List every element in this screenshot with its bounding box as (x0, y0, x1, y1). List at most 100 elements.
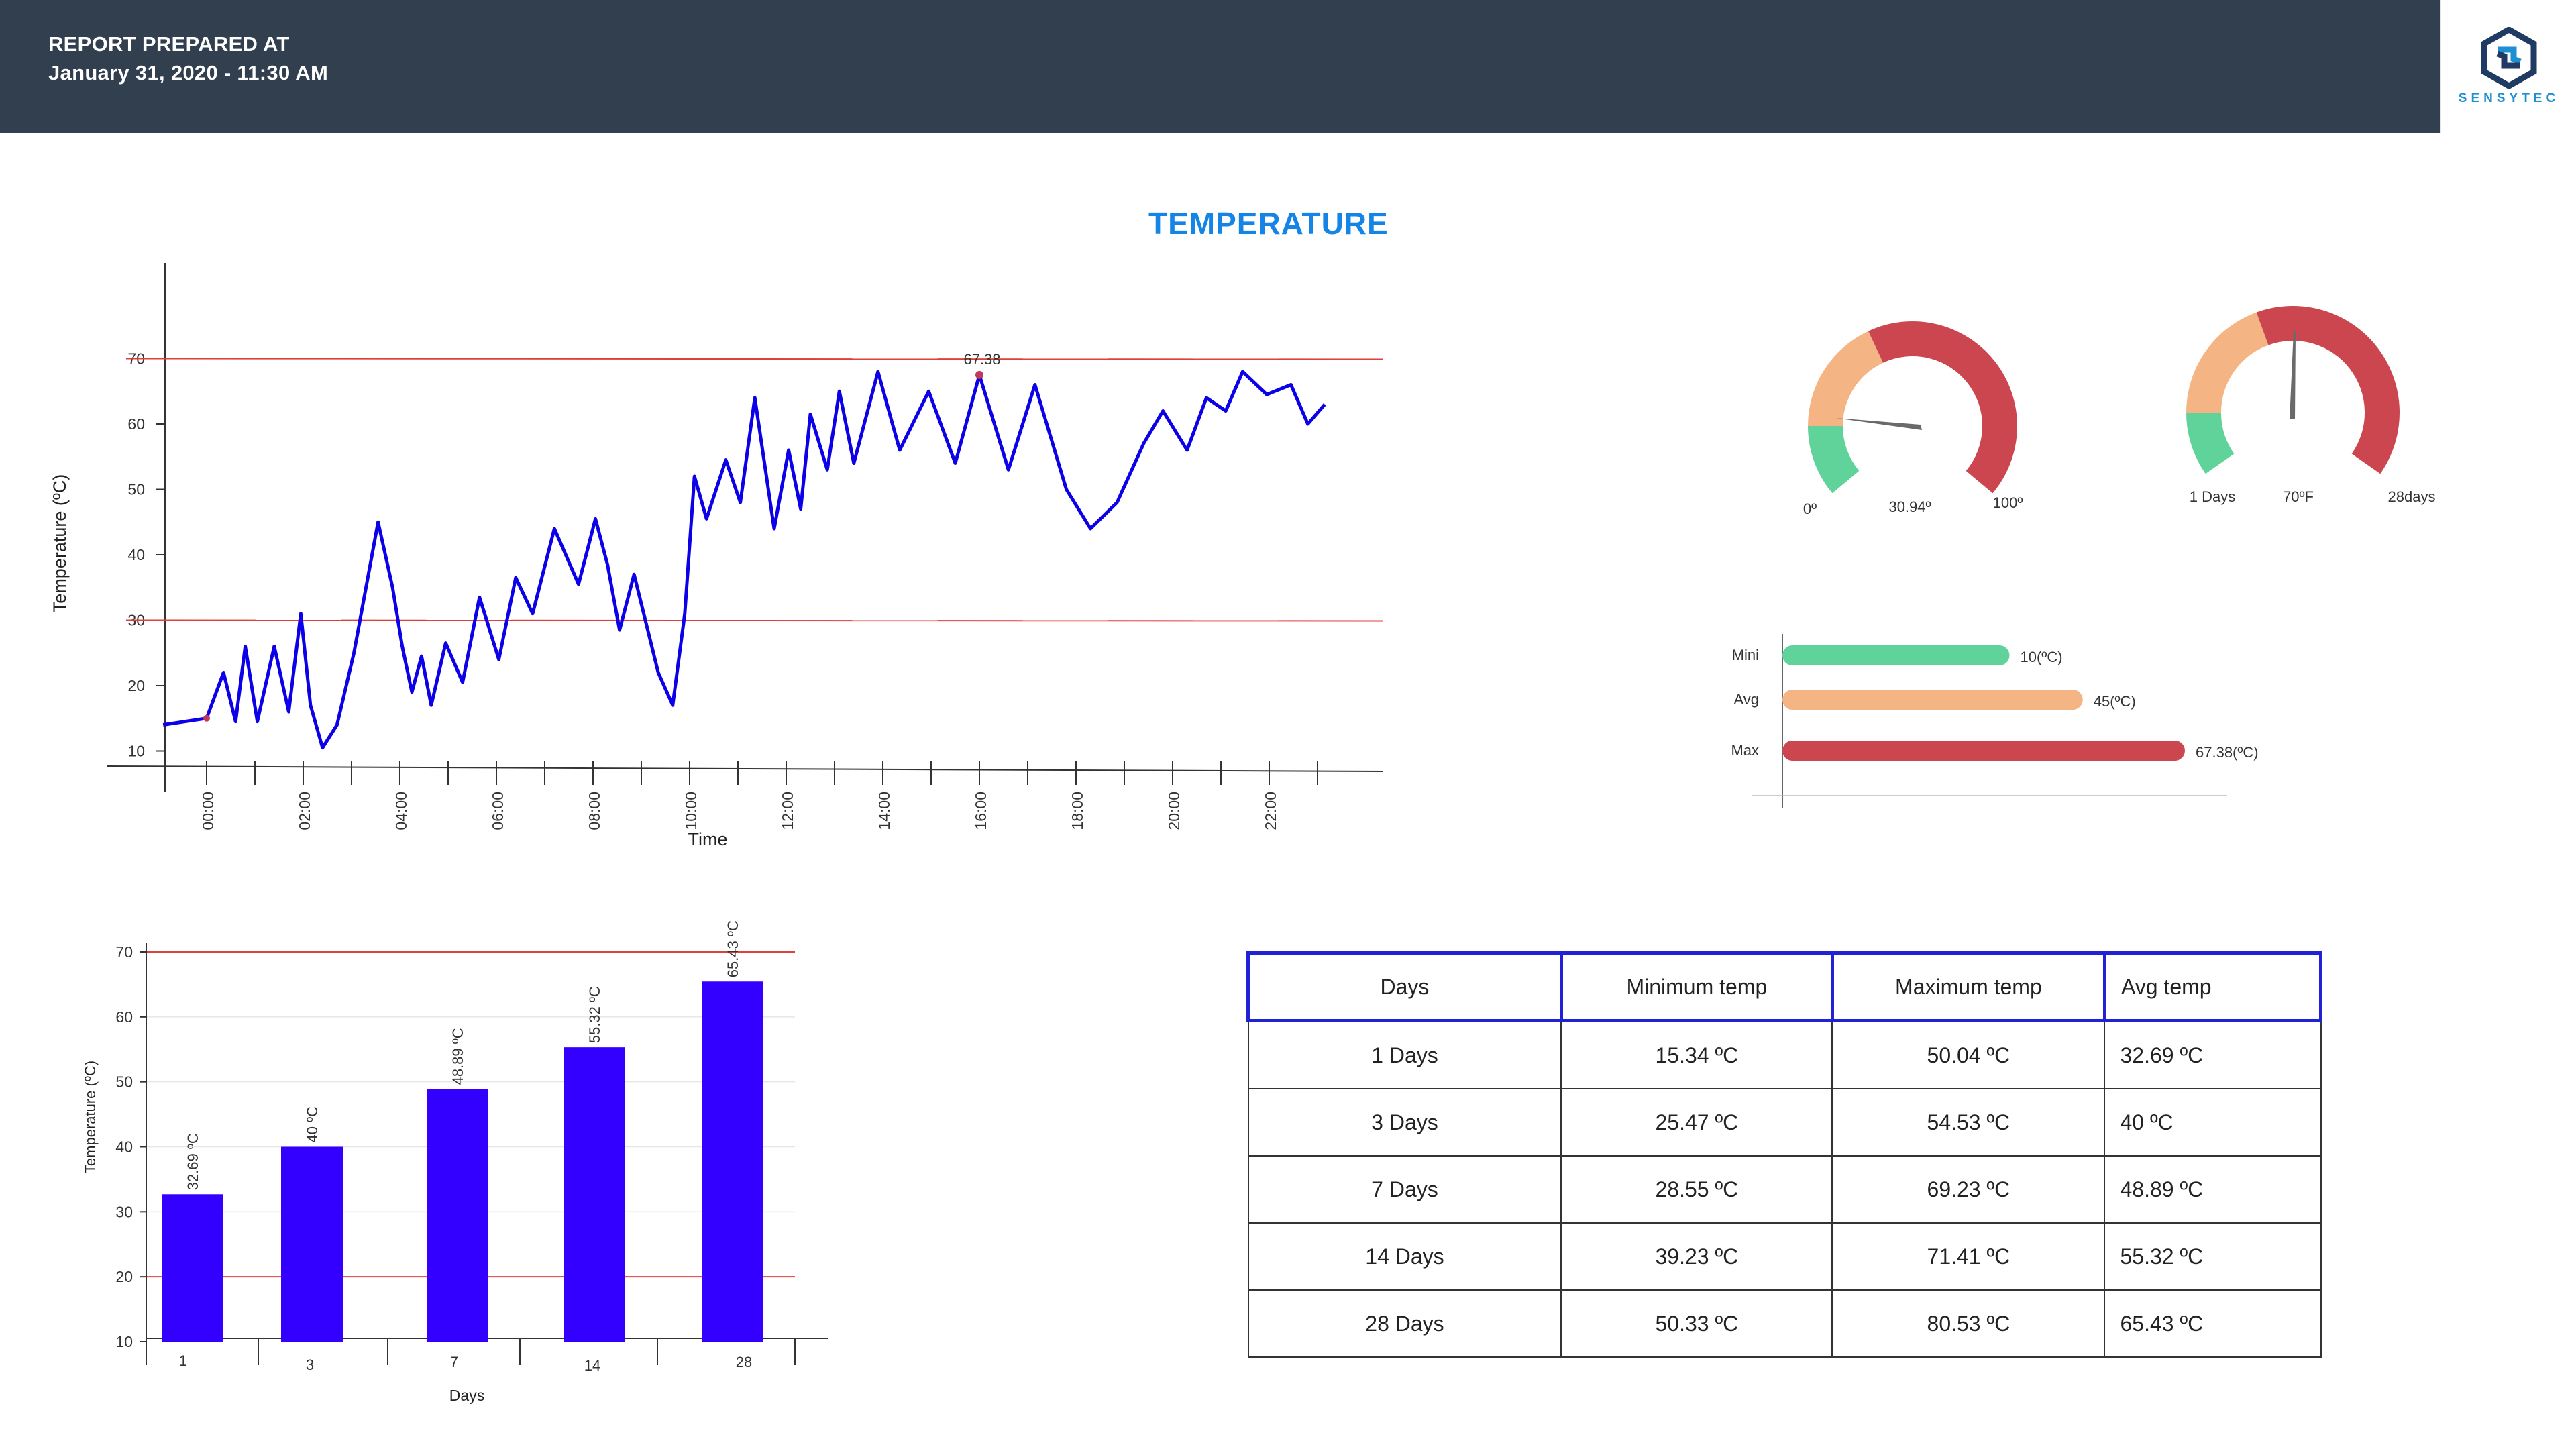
y-tick-label: 30 (115, 1203, 133, 1220)
summary-bar-value: 67.38(ºC) (2196, 744, 2259, 761)
temperature-stats-table: Days Minimum temp Maximum temp Avg temp … (1246, 951, 2323, 1358)
table-cell: 7 Days (1247, 1155, 1562, 1224)
x-tick-label: 3 (306, 1356, 314, 1373)
y-tick-label: 20 (115, 1268, 133, 1285)
summary-bar (1782, 645, 2010, 665)
table-cell: 50.04 ºC (1831, 1020, 2106, 1089)
x-axis-title: Time (688, 829, 728, 849)
bar (427, 1089, 488, 1342)
days-gauge-needle (2290, 331, 2296, 419)
y-tick-label: 50 (127, 481, 145, 498)
bar (564, 1047, 625, 1342)
x-tick-label: 28 (736, 1354, 752, 1371)
table-cell: 15.34 ºC (1560, 1020, 1833, 1089)
temperature-gauge: 0º 30.94º 100º (1803, 321, 2023, 517)
days-gauge: 1 Days 70ºF 28days (2186, 306, 2436, 505)
table-cell: 69.23 ºC (1831, 1155, 2106, 1224)
y-tick-label: 60 (127, 415, 145, 433)
summary-bar-label: Max (1731, 742, 1759, 759)
min-marker (203, 714, 210, 722)
column-header-maximum-temp: Maximum temp (1830, 951, 2106, 1022)
x-tick-label: 14:00 (875, 792, 893, 830)
gauge-red-segment (1868, 321, 2017, 494)
gauge-green-segment (1808, 425, 1860, 494)
x-axis (107, 765, 1384, 772)
report-header: REPORT PREPARED AT January 31, 2020 - 11… (0, 0, 2440, 133)
x-tick-label: 10:00 (682, 792, 700, 830)
bar (702, 981, 763, 1342)
summary-bar-label: Avg (1733, 691, 1759, 708)
x-tick-label: 02:00 (296, 792, 313, 830)
x-tick-label: 18:00 (1069, 792, 1086, 830)
table-cell: 50.33 ºC (1560, 1289, 1833, 1358)
temperature-series-line (162, 370, 1326, 750)
table-cell: 28 Days (1247, 1289, 1562, 1358)
y-tick-label: 50 (115, 1073, 133, 1091)
table-cell: 71.41 ºC (1831, 1222, 2106, 1291)
y-tick-label: 70 (115, 943, 133, 961)
logo-text: SENSYTEC (2458, 91, 2560, 105)
bar-value-label: 32.69 ºC (184, 1133, 201, 1190)
report-heading: REPORT PREPARED AT (48, 32, 290, 56)
table-cell: 65.43 ºC (2104, 1289, 2322, 1358)
gauge-min-label: 0º (1803, 500, 1817, 517)
x-tick-label: 22:00 (1262, 792, 1279, 830)
table-header-row: Days Minimum temp Maximum temp Avg temp (1246, 951, 2323, 1022)
gauge-red-segment (2256, 306, 2400, 474)
table-cell: 32.69 ºC (2104, 1020, 2322, 1089)
max-annotation: 67.38 (963, 351, 1000, 368)
temperature-line-chart: 1020304050607000:00 02:00 04:00 06:00 08:00 1… (50, 263, 1384, 849)
gauge-min-label: 1 Days (2190, 488, 2235, 505)
x-tick-label: 00:00 (199, 792, 217, 830)
sensytec-logo-icon (2481, 27, 2537, 89)
table-row: 28 Days 50.33 ºC 80.53 ºC 65.43 ºC (1247, 1289, 2322, 1358)
x-axis-title: Days (449, 1387, 484, 1404)
table-cell: 55.32 ºC (2104, 1222, 2322, 1291)
table-row: 14 Days 39.23 ºC 71.41 ºC 55.32 ºC (1247, 1222, 2322, 1291)
table-cell: 3 Days (1247, 1088, 1562, 1157)
x-tick-label: 06:00 (489, 792, 506, 830)
gauge-max-label: 28days (2388, 488, 2436, 505)
y-tick-label: 40 (127, 546, 145, 564)
table-cell: 48.89 ºC (2104, 1155, 2322, 1224)
bar-value-label: 65.43 ºC (724, 920, 741, 977)
y-tick-label: 10 (127, 743, 145, 760)
x-tick-label: 20:00 (1165, 792, 1183, 830)
gauge-value-label: 30.94º (1888, 498, 1931, 515)
sensytec-logo: SENSYTEC (2440, 0, 2576, 133)
column-header-minimum-temp: Minimum temp (1559, 951, 1834, 1022)
summary-bar (1782, 690, 2083, 710)
x-tick-label: 7 (450, 1354, 458, 1371)
y-tick-label: 10 (115, 1333, 133, 1350)
table-cell: 14 Days (1247, 1222, 1562, 1291)
x-tick-label: 14 (584, 1357, 600, 1374)
summary-bar-label: Mini (1732, 647, 1759, 663)
gauge-value-label: 70ºF (2283, 488, 2314, 505)
y-tick-label: 40 (115, 1138, 133, 1156)
gauge-max-label: 100º (1993, 494, 2023, 511)
bar (162, 1194, 223, 1342)
threshold-line (125, 358, 1384, 360)
gauge-green-segment (2186, 412, 2235, 474)
table-row: 3 Days 25.47 ºC 54.53 ºC 40 ºC (1247, 1088, 2322, 1157)
table-cell: 39.23 ºC (1560, 1222, 1833, 1291)
y-axis-title: Temperature (ºC) (50, 474, 70, 612)
x-tick-label: 1 (179, 1352, 187, 1369)
gauge-orange-segment (1808, 331, 1884, 427)
y-tick-label: 60 (115, 1008, 133, 1026)
table-cell: 54.53 ºC (1831, 1088, 2106, 1157)
summary-bar-chart: Mini 10(ºC) Avg 45(ºC) Max 67.38(ºC) (1731, 634, 2259, 808)
temp-gauge-needle (1835, 418, 1922, 430)
summary-bar (1782, 741, 2185, 761)
table-cell: 28.55 ºC (1560, 1155, 1833, 1224)
y-axis-title: Temperature (ºC) (82, 1061, 99, 1173)
table-cell: 40 ºC (2104, 1088, 2322, 1157)
days-bar-chart: 10 20 30 40 50 60 70 32.69 ºC 1 40 ºC 3 48.89 ºC 7 55… (82, 920, 828, 1404)
x-tick-label: 16:00 (972, 792, 989, 830)
summary-bar-value: 10(ºC) (2021, 649, 2063, 665)
table-row: 7 Days 28.55 ºC 69.23 ºC 48.89 ºC (1247, 1155, 2322, 1224)
column-header-avg-temp: Avg temp (2102, 951, 2323, 1022)
table-cell: 80.53 ºC (1831, 1289, 2106, 1358)
table-row: 1 Days 15.34 ºC 50.04 ºC 32.69 ºC (1247, 1020, 2322, 1089)
column-header-days: Days (1246, 951, 1563, 1022)
